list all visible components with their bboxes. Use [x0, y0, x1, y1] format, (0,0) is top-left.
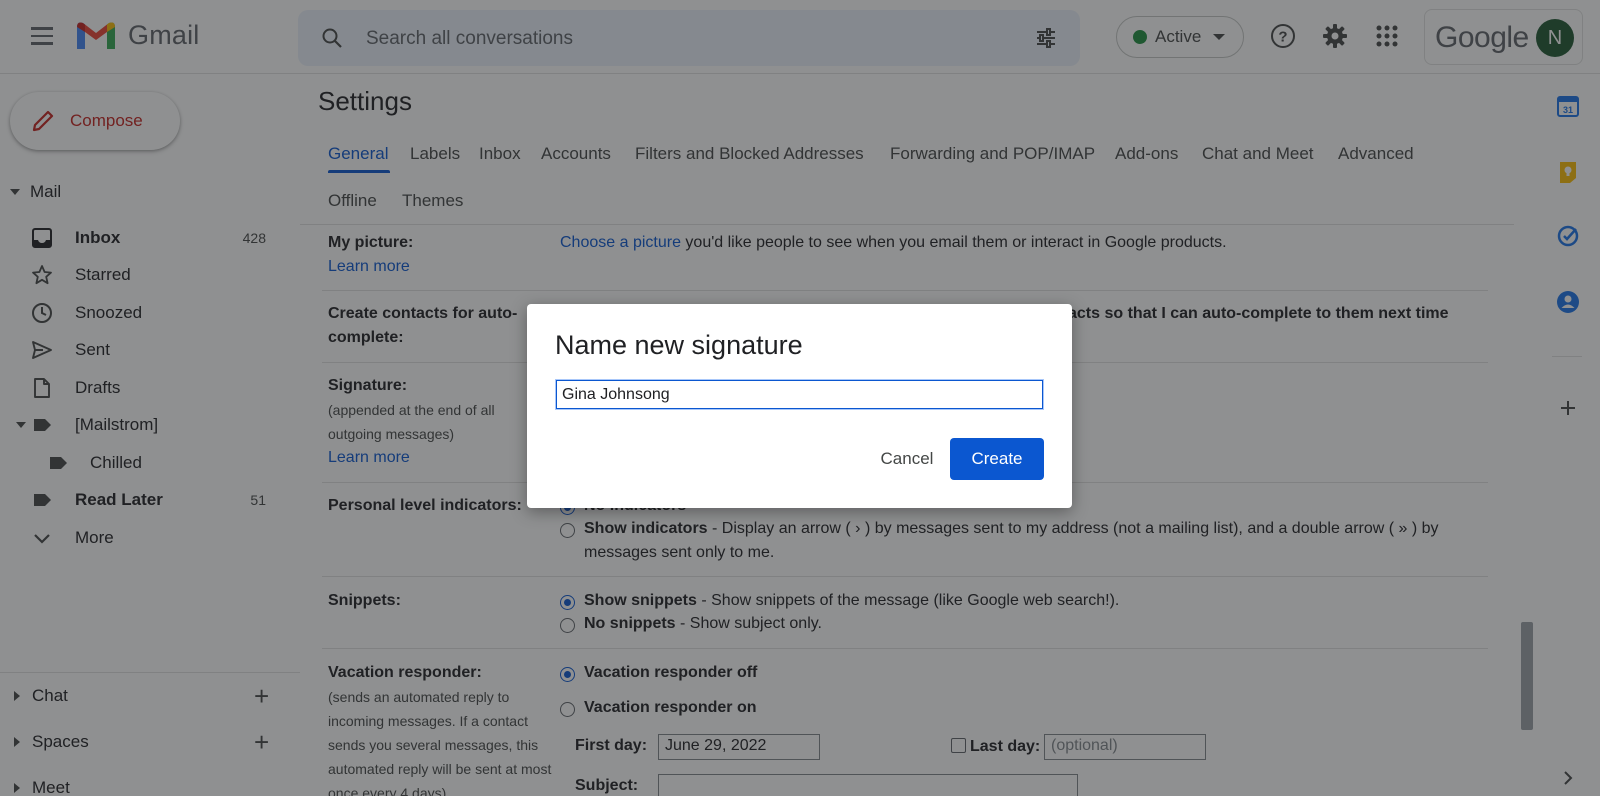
create-button[interactable]: Create: [950, 438, 1044, 480]
signature-name-input[interactable]: [556, 380, 1043, 409]
name-signature-dialog: Name new signature Cancel Create: [527, 304, 1072, 508]
cancel-button[interactable]: Cancel: [861, 438, 953, 480]
dialog-title: Name new signature: [555, 330, 803, 360]
